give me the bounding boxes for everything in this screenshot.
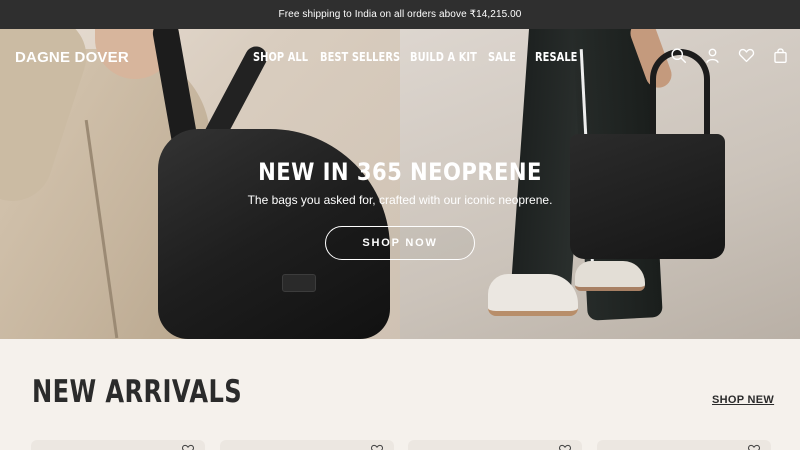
new-arrivals-title: NEW ARRIVALS (32, 374, 243, 410)
header-icons (670, 47, 789, 64)
product-card[interactable] (597, 440, 771, 450)
nav-build-a-kit[interactable]: BUILD A KIT (410, 50, 477, 64)
wishlist-heart-icon[interactable] (558, 444, 572, 450)
nav-shop-all[interactable]: SHOP ALL (253, 50, 308, 64)
product-card[interactable] (408, 440, 582, 450)
nav-resale[interactable]: RESALE (535, 50, 577, 64)
search-icon[interactable] (670, 47, 687, 64)
shop-new-link[interactable]: SHOP NEW (712, 394, 774, 406)
nav-best-sellers[interactable]: BEST SELLERS (320, 50, 400, 64)
brand-logo[interactable]: DAGNE DOVER (15, 49, 129, 66)
wishlist-heart-icon[interactable] (370, 444, 384, 450)
announcement-text: Free shipping to India on all orders abo… (278, 9, 522, 20)
nav-sale[interactable]: SALE (488, 50, 516, 64)
wishlist-heart-icon[interactable] (747, 444, 761, 450)
cart-bag-icon[interactable] (772, 47, 789, 64)
shop-now-button[interactable]: SHOP NOW (325, 226, 475, 260)
account-icon[interactable] (704, 47, 721, 64)
product-card[interactable] (220, 440, 394, 450)
product-card[interactable] (31, 440, 205, 450)
hero-title: NEW IN 365 NEOPRENE (258, 158, 542, 186)
wishlist-heart-icon[interactable] (738, 47, 755, 64)
wishlist-heart-icon[interactable] (181, 444, 195, 450)
hero-subtitle: The bags you asked for, crafted with our… (247, 193, 553, 207)
announcement-bar: Free shipping to India on all orders abo… (0, 0, 800, 29)
